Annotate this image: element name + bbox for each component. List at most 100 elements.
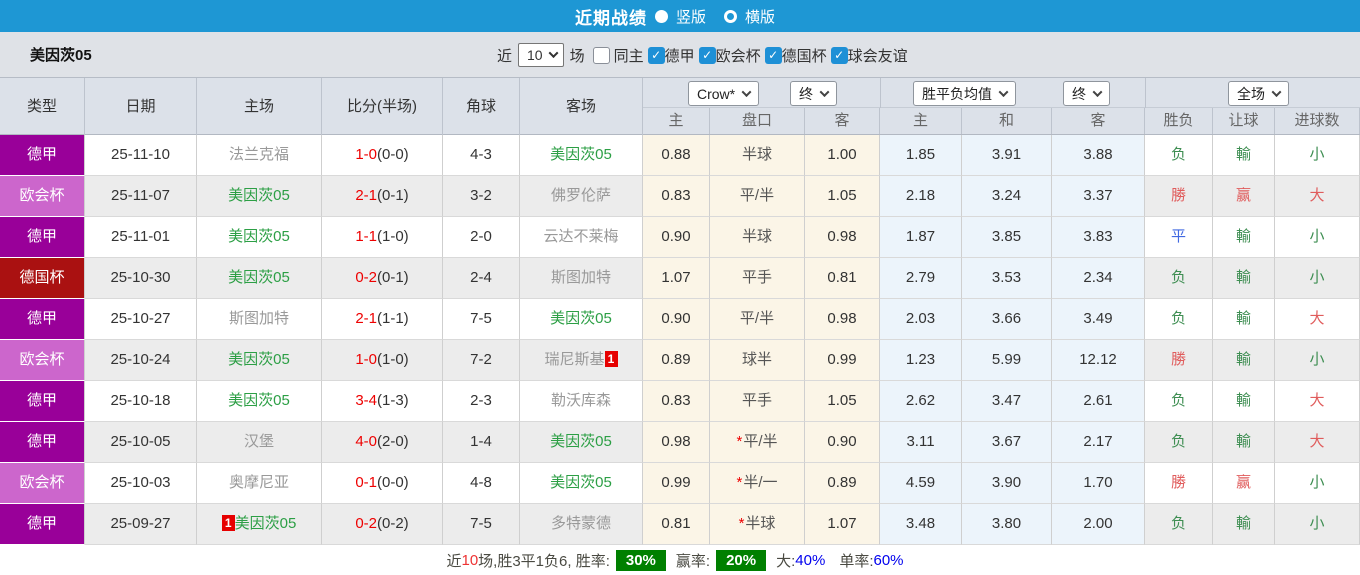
avg-home-odds: 1.87 bbox=[880, 217, 962, 258]
horizontal-layout-label[interactable]: 横版 bbox=[745, 6, 775, 27]
scope-value: 全场 bbox=[1237, 85, 1265, 102]
league-type-badge: 德甲 bbox=[0, 135, 85, 176]
league-checkbox-label[interactable]: 德国杯 bbox=[782, 45, 827, 66]
league-checkbox-group: ✓ 德甲 ✓ 欧会杯 ✓ 德国杯 ✓ 球会友谊 bbox=[644, 45, 908, 66]
col-header-away: 客场 bbox=[520, 78, 643, 135]
home-team-name[interactable]: 美因茨05 bbox=[228, 228, 290, 245]
away-team-name[interactable]: 瑞尼斯基 bbox=[544, 351, 604, 368]
league-checkbox-label[interactable]: 欧会杯 bbox=[716, 45, 761, 66]
league-checkbox-label[interactable]: 球会友谊 bbox=[848, 45, 908, 66]
league-checkbox-label[interactable]: 德甲 bbox=[665, 45, 695, 66]
away-team: 美因茨05 bbox=[520, 299, 643, 340]
horizontal-layout-radio[interactable] bbox=[724, 9, 737, 23]
handicap-outcome: 輸 bbox=[1213, 340, 1275, 381]
crow-away-odds: 1.00 bbox=[805, 135, 880, 176]
match-date: 25-10-27 bbox=[85, 299, 197, 340]
away-team-name[interactable]: 勒沃库森 bbox=[551, 392, 611, 409]
table-header: 类型 日期 主场 比分(半场) 角球 客场 Crow* 终 胜平负均值 终 全场… bbox=[0, 78, 1360, 135]
home-team-name[interactable]: 美因茨05 bbox=[228, 392, 290, 409]
col-header-home: 主场 bbox=[197, 78, 322, 135]
away-team-name[interactable]: 斯图加特 bbox=[551, 269, 611, 286]
red-card-badge: 1 bbox=[604, 351, 618, 367]
result-outcome: 平 bbox=[1145, 217, 1213, 258]
away-team-name[interactable]: 云达不莱梅 bbox=[543, 228, 618, 245]
avg-away-odds: 2.00 bbox=[1052, 504, 1145, 545]
handicap-line: 平/半 bbox=[710, 176, 805, 217]
league-checkbox[interactable]: ✓ bbox=[764, 46, 782, 64]
result-outcome: 勝 bbox=[1145, 176, 1213, 217]
home-team-name[interactable]: 美因茨05 bbox=[235, 515, 297, 532]
handicap-text: 平/半 bbox=[743, 433, 778, 450]
half-score: (1-0) bbox=[377, 228, 409, 245]
odds-time-value: 终 bbox=[799, 85, 813, 102]
result-outcome: 勝 bbox=[1145, 463, 1213, 504]
vertical-layout-radio[interactable] bbox=[654, 9, 668, 23]
crow-home-odds: 0.83 bbox=[643, 381, 710, 422]
goals-outcome: 大 bbox=[1275, 176, 1360, 217]
home-team-name[interactable]: 汉堡 bbox=[244, 433, 274, 450]
crow-home-odds: 0.98 bbox=[643, 422, 710, 463]
home-team-name[interactable]: 法兰克福 bbox=[229, 146, 289, 163]
full-score: 3-4 bbox=[355, 392, 377, 409]
scope-select[interactable]: 全场 bbox=[1228, 81, 1289, 106]
half-score: (0-0) bbox=[377, 474, 409, 491]
sub-header-handicap-result: 让球 bbox=[1213, 108, 1275, 134]
away-team-name[interactable]: 美因茨05 bbox=[550, 474, 612, 491]
sub-header-crow-away: 客 bbox=[805, 108, 880, 134]
near-label: 近 bbox=[497, 47, 513, 65]
avg-odds-time-select[interactable]: 终 bbox=[1063, 81, 1110, 106]
away-team-name[interactable]: 美因茨05 bbox=[550, 146, 612, 163]
sub-header-avg-home: 主 bbox=[880, 108, 962, 134]
crow-home-odds: 1.07 bbox=[643, 258, 710, 299]
goals-outcome: 小 bbox=[1275, 340, 1360, 381]
avg-away-odds: 3.83 bbox=[1052, 217, 1145, 258]
full-score: 1-0 bbox=[355, 351, 377, 368]
home-team-name[interactable]: 奥摩尼亚 bbox=[229, 474, 289, 491]
avg-draw-odds: 3.91 bbox=[962, 135, 1052, 176]
avg-odds-type-select[interactable]: 胜平负均值 bbox=[913, 81, 1016, 106]
away-team: 佛罗伦萨 bbox=[520, 176, 643, 217]
away-team-name[interactable]: 多特蒙德 bbox=[551, 515, 611, 532]
same-home-label[interactable]: 同主 bbox=[614, 45, 644, 66]
odds-header-section: Crow* 终 胜平负均值 终 全场 主 盘口 客 主 和 客 胜负 让球 进球… bbox=[643, 78, 1360, 134]
home-team-name[interactable]: 美因茨05 bbox=[228, 187, 290, 204]
league-filter-德甲: ✓ 德甲 bbox=[647, 45, 695, 66]
handicap-outcome: 輸 bbox=[1213, 217, 1275, 258]
odds-company-select[interactable]: Crow* bbox=[688, 81, 760, 106]
home-team-name[interactable]: 美因茨05 bbox=[228, 269, 290, 286]
away-team-name[interactable]: 美因茨05 bbox=[550, 310, 612, 327]
vertical-layout-label[interactable]: 竖版 bbox=[676, 6, 706, 27]
home-team-name[interactable]: 美因茨05 bbox=[228, 351, 290, 368]
avg-odds-type-value: 胜平负均值 bbox=[922, 85, 992, 102]
league-type-badge: 欧会杯 bbox=[0, 463, 85, 504]
goals-outcome: 小 bbox=[1275, 258, 1360, 299]
league-checkbox[interactable]: ✓ bbox=[698, 46, 716, 64]
handicap-line: 平手 bbox=[710, 258, 805, 299]
match-count-select[interactable]: 10 bbox=[518, 43, 564, 67]
league-checkbox[interactable]: ✓ bbox=[647, 46, 665, 64]
away-team-name[interactable]: 佛罗伦萨 bbox=[551, 187, 611, 204]
handicap-line: 球半 bbox=[710, 340, 805, 381]
odds-time-select[interactable]: 终 bbox=[790, 81, 837, 106]
crow-away-odds: 0.90 bbox=[805, 422, 880, 463]
score-cell: 2-1(0-1) bbox=[322, 176, 443, 217]
match-date: 25-10-03 bbox=[85, 463, 197, 504]
away-team-name[interactable]: 美因茨05 bbox=[550, 433, 612, 450]
handicap-text: 半球 bbox=[745, 515, 776, 532]
sub-header-crow-home: 主 bbox=[643, 108, 710, 134]
result-outcome: 勝 bbox=[1145, 340, 1213, 381]
handicap-outcome: 輸 bbox=[1213, 299, 1275, 340]
handicap-line: *平/半 bbox=[710, 422, 805, 463]
home-team-name[interactable]: 斯图加特 bbox=[229, 310, 289, 327]
away-team: 云达不莱梅 bbox=[520, 217, 643, 258]
away-team: 多特蒙德 bbox=[520, 504, 643, 545]
crow-away-odds: 0.99 bbox=[805, 340, 880, 381]
same-home-checkbox[interactable] bbox=[592, 46, 610, 64]
goals-outcome: 小 bbox=[1275, 135, 1360, 176]
corner-score: 7-5 bbox=[443, 299, 520, 340]
match-date: 25-10-24 bbox=[85, 340, 197, 381]
home-team: 美因茨05 bbox=[197, 340, 322, 381]
handicap-text: 平/半 bbox=[739, 310, 775, 327]
league-checkbox[interactable]: ✓ bbox=[830, 46, 848, 64]
avg-draw-odds: 3.67 bbox=[962, 422, 1052, 463]
